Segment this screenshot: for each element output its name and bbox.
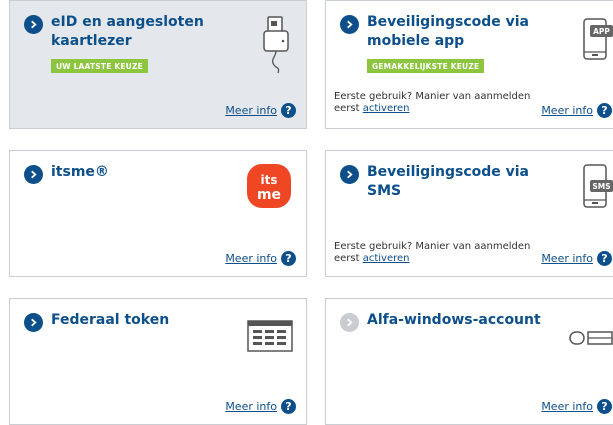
help-icon[interactable]: ? <box>597 103 612 118</box>
login-option-itsme[interactable]: itsme® its me Meer info ? <box>9 150 307 277</box>
svg-text:its: its <box>261 173 278 187</box>
svg-text:APP: APP <box>593 27 610 36</box>
more-info-link[interactable]: Meer info <box>225 252 277 265</box>
option-title: Alfa-windows-account <box>367 312 541 328</box>
svg-text:SMS: SMS <box>592 182 610 191</box>
help-icon[interactable]: ? <box>281 251 296 266</box>
chevron-right-icon <box>340 15 359 34</box>
option-title: Beveiligingscode via mobiele app <box>367 14 530 49</box>
option-title: itsme® <box>51 164 109 180</box>
activate-link[interactable]: activeren <box>363 253 410 264</box>
more-info: Meer info ? <box>225 251 296 266</box>
easiest-choice-badge: GEMAKKELIJKSTE KEUZE <box>367 59 485 73</box>
last-choice-badge: UW LAATSTE KEUZE <box>51 59 148 73</box>
phone-sms-icon: SMS <box>583 164 613 208</box>
option-title: Federaal token <box>51 312 170 328</box>
more-info: Meer info ? <box>541 103 612 118</box>
chevron-right-icon <box>340 165 359 184</box>
more-info-link[interactable]: Meer info <box>541 400 593 413</box>
login-option-federal-token[interactable]: Federaal token Meer info ? <box>9 298 307 425</box>
help-icon[interactable]: ? <box>281 103 296 118</box>
card-reader-icon <box>263 16 289 74</box>
chevron-right-icon <box>24 165 43 184</box>
option-title: eID en aangesloten kaartlezer <box>51 14 204 49</box>
first-use-note: Eerste gebruik? Manier van aanmelden eer… <box>334 241 531 264</box>
more-info-link[interactable]: Meer info <box>541 252 593 265</box>
more-info: Meer info ? <box>225 103 296 118</box>
activate-link[interactable]: activeren <box>363 103 410 114</box>
login-option-windows-account[interactable]: Alfa-windows-account Meer info ? <box>325 298 613 425</box>
login-option-eid[interactable]: eID en aangesloten kaartlezer UW LAATSTE… <box>9 0 307 129</box>
svg-text:me: me <box>257 187 281 203</box>
chevron-right-icon <box>24 313 43 332</box>
help-icon[interactable]: ? <box>597 399 612 414</box>
more-info: Meer info ? <box>225 399 296 414</box>
phone-app-icon: APP <box>583 18 613 60</box>
help-icon[interactable]: ? <box>281 399 296 414</box>
token-grid-icon <box>247 320 293 352</box>
windows-account-icon <box>569 331 613 345</box>
first-use-note: Eerste gebruik? Manier van aanmelden eer… <box>334 91 531 114</box>
more-info: Meer info ? <box>541 399 612 414</box>
login-option-sms[interactable]: Beveiligingscode via SMS SMS Eerste gebr… <box>325 150 613 277</box>
option-title: Beveiligingscode via SMS <box>367 164 530 199</box>
login-option-mobile-app[interactable]: Beveiligingscode via mobiele app GEMAKKE… <box>325 0 613 129</box>
more-info-link[interactable]: Meer info <box>225 400 277 413</box>
more-info-link[interactable]: Meer info <box>225 104 277 117</box>
help-icon[interactable]: ? <box>597 251 612 266</box>
more-info: Meer info ? <box>541 251 612 266</box>
itsme-logo: its me <box>247 164 291 208</box>
chevron-right-icon <box>24 15 43 34</box>
more-info-link[interactable]: Meer info <box>541 104 593 117</box>
chevron-right-icon <box>340 313 359 332</box>
